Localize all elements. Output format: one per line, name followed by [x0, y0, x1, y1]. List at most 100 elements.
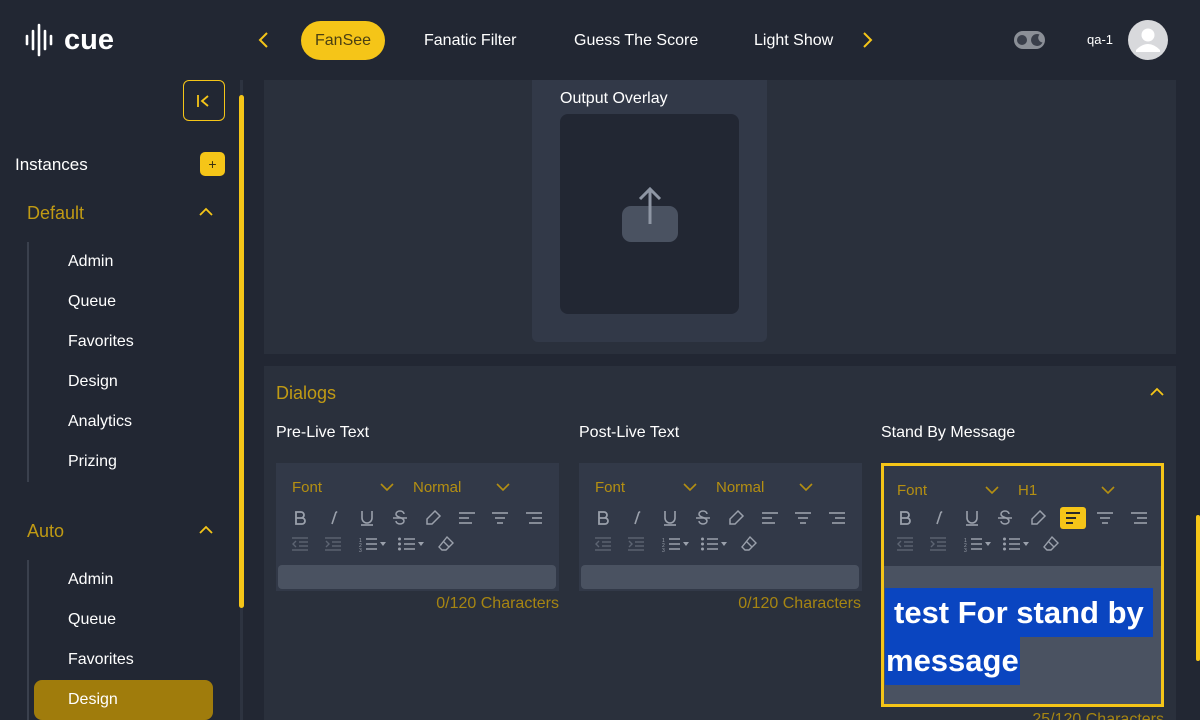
italic-button[interactable]	[627, 508, 647, 528]
add-instance-button[interactable]: +	[200, 152, 225, 176]
sidebar	[0, 80, 240, 720]
sidebar-item-admin[interactable]: Admin	[68, 253, 113, 271]
align-right-button[interactable]	[524, 508, 544, 528]
italic-button[interactable]	[929, 508, 949, 528]
highlight-button[interactable]	[423, 508, 443, 528]
outdent-button[interactable]	[895, 534, 915, 554]
theme-toggle[interactable]	[1014, 31, 1045, 49]
align-right-icon	[829, 512, 845, 524]
sidebar-scrollbar[interactable]	[239, 95, 244, 608]
size-select[interactable]: Normal	[716, 479, 764, 496]
strikethrough-icon	[696, 510, 710, 525]
size-select[interactable]: H1	[1018, 482, 1037, 499]
align-left-button[interactable]	[760, 508, 780, 528]
chevron-up-icon[interactable]	[1148, 386, 1166, 398]
bold-button[interactable]	[895, 508, 915, 528]
strikethrough-button[interactable]	[693, 508, 713, 528]
sidebar-item-admin[interactable]: Admin	[68, 571, 113, 589]
user-avatar[interactable]	[1128, 20, 1168, 60]
chevron-down-icon[interactable]	[1101, 486, 1115, 495]
clear-format-button[interactable]	[436, 534, 456, 554]
highlighter-icon	[426, 509, 442, 525]
group-default-title[interactable]: Default	[27, 203, 84, 224]
ordered-list-button[interactable]: 123	[963, 534, 993, 554]
dialogs-title[interactable]: Dialogs	[276, 383, 336, 404]
align-left-button-active[interactable]	[1060, 507, 1086, 529]
bold-button[interactable]	[593, 508, 613, 528]
align-left-icon	[762, 512, 778, 524]
chevron-down-icon[interactable]	[799, 483, 813, 492]
bold-button[interactable]	[290, 508, 310, 528]
outdent-button[interactable]	[593, 534, 613, 554]
pre-live-text-label: Pre-Live Text	[276, 424, 370, 441]
tab-light-show[interactable]: Light Show	[754, 21, 833, 60]
sidebar-item-prizing[interactable]: Prizing	[68, 453, 117, 471]
align-center-button[interactable]	[793, 508, 813, 528]
strikethrough-button[interactable]	[390, 508, 410, 528]
output-overlay-upload[interactable]	[560, 114, 739, 314]
sidebar-item-design[interactable]: Design	[68, 373, 118, 391]
sidebar-item-queue[interactable]: Queue	[68, 293, 116, 311]
cue-logo[interactable]: cue	[24, 22, 114, 58]
indent-button[interactable]	[323, 534, 343, 554]
stand-by-char-count: 25/120 Characters	[1032, 711, 1164, 720]
align-right-button[interactable]	[827, 508, 847, 528]
eraser-icon	[741, 535, 757, 551]
chevron-up-icon[interactable]	[197, 206, 215, 218]
bullet-list-icon	[398, 537, 424, 551]
indent-button[interactable]	[626, 534, 646, 554]
underline-button[interactable]	[357, 508, 377, 528]
tabs-prev-button[interactable]	[254, 28, 274, 52]
indent-button[interactable]	[928, 534, 948, 554]
chevron-up-icon[interactable]	[197, 524, 215, 536]
highlight-button[interactable]	[726, 508, 746, 528]
font-select[interactable]: Font	[292, 479, 322, 496]
font-select[interactable]: Font	[897, 482, 927, 499]
sidebar-item-analytics[interactable]: Analytics	[68, 413, 132, 431]
sidebar-item-favorites[interactable]: Favorites	[68, 651, 134, 669]
chevron-down-icon[interactable]	[380, 483, 394, 492]
tree-line	[27, 560, 29, 720]
post-live-text-input[interactable]	[581, 565, 859, 589]
underline-button[interactable]	[660, 508, 680, 528]
chevron-right-icon	[863, 32, 873, 48]
align-left-button[interactable]	[457, 508, 477, 528]
collapse-sidebar-button[interactable]	[183, 80, 225, 121]
bullet-list-button[interactable]	[699, 534, 729, 554]
sidebar-item-design-active[interactable]: Design	[34, 680, 213, 720]
ordered-list-button[interactable]: 123	[661, 534, 691, 554]
post-live-text-label: Post-Live Text	[579, 424, 680, 441]
size-select[interactable]: Normal	[413, 479, 461, 496]
highlight-button[interactable]	[1028, 508, 1048, 528]
outdent-button[interactable]	[290, 534, 310, 554]
italic-button[interactable]	[324, 508, 344, 528]
tab-guess-the-score[interactable]: Guess The Score	[574, 21, 698, 60]
sidebar-item-queue[interactable]: Queue	[68, 611, 116, 629]
bullet-list-button[interactable]	[1001, 534, 1031, 554]
highlighter-icon	[729, 509, 745, 525]
ordered-list-icon: 123	[662, 538, 689, 553]
chevron-down-icon[interactable]	[683, 483, 697, 492]
align-right-button[interactable]	[1129, 508, 1149, 528]
group-auto-title[interactable]: Auto	[27, 521, 64, 542]
clear-format-button[interactable]	[739, 534, 759, 554]
chevron-down-icon[interactable]	[496, 483, 510, 492]
font-select[interactable]: Font	[595, 479, 625, 496]
pre-live-text-input[interactable]	[278, 565, 556, 589]
align-center-button[interactable]	[490, 508, 510, 528]
strikethrough-button[interactable]	[995, 508, 1015, 528]
sidebar-item-favorites[interactable]: Favorites	[68, 333, 134, 351]
align-right-icon	[526, 512, 542, 524]
tabs-next-button[interactable]	[857, 28, 877, 52]
tab-fanatic-filter[interactable]: Fanatic Filter	[424, 21, 516, 60]
align-center-button[interactable]	[1095, 508, 1115, 528]
clear-format-button[interactable]	[1041, 534, 1061, 554]
bullet-list-button[interactable]	[396, 534, 426, 554]
post-live-char-count: 0/120 Characters	[738, 595, 861, 612]
tab-fansee[interactable]: FanSee	[301, 21, 386, 60]
main-scrollbar[interactable]	[1196, 515, 1200, 661]
chevron-down-icon[interactable]	[985, 486, 999, 495]
stand-by-message-input[interactable]: test For stand by message	[884, 566, 1161, 704]
ordered-list-button[interactable]: 123	[358, 534, 388, 554]
underline-button[interactable]	[962, 508, 982, 528]
